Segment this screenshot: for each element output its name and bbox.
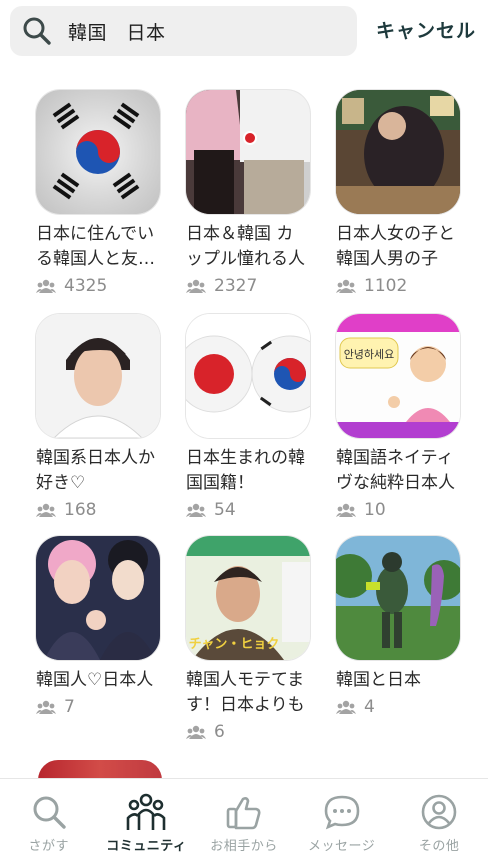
community-card[interactable]: 안녕하세요 韓国語ネイティ ヴな純粋日本人 10 [336, 314, 466, 522]
community-thumbnail [186, 90, 310, 214]
members-icon [36, 279, 56, 293]
community-title: 日本生まれの韓 国国籍！ [186, 448, 305, 493]
member-count: 4325 [36, 274, 166, 298]
member-count: 54 [186, 498, 316, 522]
community-card[interactable]: 日本人女の子と 韓国人男の子 1102 [336, 90, 466, 298]
community-icon [126, 792, 166, 832]
community-card[interactable]: 韓国系日本人か 好き♡ 168 [36, 314, 166, 522]
thumbs-up-icon [224, 792, 264, 832]
community-thumbnail: 안녕하세요 [336, 314, 460, 438]
community-title: 日本に住んでい る韓国人と友… [36, 224, 155, 269]
community-card[interactable]: チャン・ヒョク 韓国人モテてま す！日本よりも 6 [186, 536, 316, 744]
search-input[interactable]: 韓国 日本 [68, 18, 166, 45]
community-card[interactable]: 韓国人♡日本人 7 [36, 536, 166, 719]
member-count: 168 [36, 498, 166, 522]
members-icon [186, 279, 206, 293]
member-count: 6 [186, 720, 316, 744]
tab-likes[interactable]: お相手から [195, 779, 293, 865]
svg-text:안녕하세요: 안녕하세요 [344, 347, 395, 361]
community-title: 日本人女の子と 韓国人男の子 [336, 224, 455, 269]
community-thumbnail [336, 90, 460, 214]
members-icon [36, 700, 56, 714]
members-icon [336, 279, 356, 293]
community-card[interactable]: 日本生まれの韓 国国籍！ 54 [186, 314, 316, 522]
tab-search[interactable]: さがす [0, 779, 98, 865]
tab-other[interactable]: その他 [390, 779, 488, 865]
members-icon [186, 503, 206, 517]
member-count: 2327 [186, 274, 316, 298]
community-title: 日本＆韓国 カップル憧れる人 [186, 224, 305, 269]
community-thumbnail [36, 90, 160, 214]
community-title: 韓国人モテてま す！日本よりも [186, 670, 305, 715]
community-card[interactable]: 日本に住んでい る韓国人と友… 4325 [36, 90, 166, 298]
profile-icon [419, 792, 459, 832]
community-thumbnail [36, 536, 160, 660]
members-icon [336, 503, 356, 517]
member-count: 10 [336, 498, 466, 522]
community-card[interactable]: 日本＆韓国 カップル憧れる人 2327 [186, 90, 316, 298]
community-thumbnail [186, 314, 310, 438]
search-icon [29, 792, 69, 832]
search-bar[interactable]: 韓国 日本 [10, 6, 357, 56]
search-icon [22, 16, 52, 46]
bottom-tab-bar: さがす コミュニティ お相手から メッセージ その他 [0, 778, 488, 865]
member-count: 1102 [336, 274, 466, 298]
member-count: 7 [36, 695, 166, 719]
community-title: 韓国語ネイティ ヴな純粋日本人 [336, 448, 455, 493]
community-card[interactable]: 韓国と日本 4 [336, 536, 466, 719]
community-thumbnail: チャン・ヒョク [186, 536, 310, 660]
members-icon [336, 700, 356, 714]
tab-messages[interactable]: メッセージ [293, 779, 391, 865]
message-icon [322, 792, 362, 832]
member-count: 4 [336, 695, 466, 719]
members-icon [36, 503, 56, 517]
community-title: 韓国系日本人か 好き♡ [36, 448, 155, 493]
community-thumbnail [36, 314, 160, 438]
members-icon [186, 725, 206, 739]
cancel-button[interactable]: キャンセル [376, 16, 476, 43]
tab-community[interactable]: コミュニティ [98, 779, 196, 865]
svg-text:チャン・ヒョク: チャン・ヒョク [189, 637, 280, 652]
community-thumbnail [336, 536, 460, 660]
community-card-partial[interactable] [38, 760, 162, 780]
